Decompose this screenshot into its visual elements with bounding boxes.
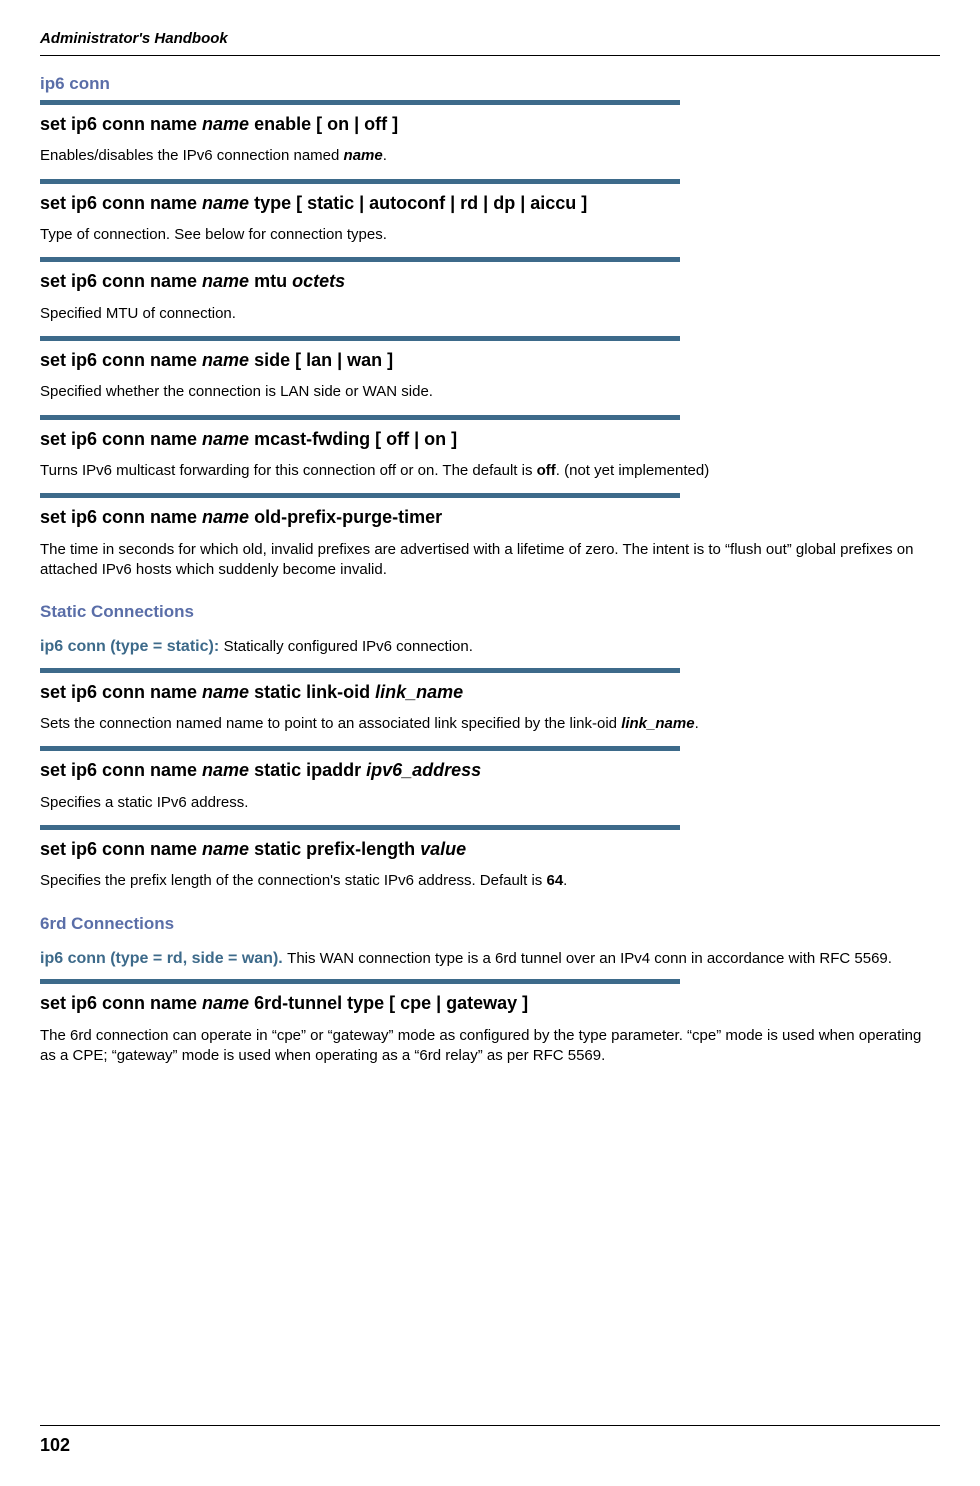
cmd-param: ipv6_address — [366, 760, 481, 780]
cmd-text: set ip6 conn name — [40, 114, 202, 134]
cmd-desc: Specifies a static IPv6 address. — [40, 793, 940, 813]
cmd-param: link_name — [375, 682, 463, 702]
cmd-heading: set ip6 conn name name 6rd-tunnel type [… — [40, 992, 940, 1015]
cmd-heading: set ip6 conn name name static link-oid l… — [40, 681, 940, 704]
divider-bar — [40, 825, 680, 830]
cmd-text: set ip6 conn name — [40, 271, 202, 291]
desc-text: The 6rd connection can operate in “cpe” … — [40, 1027, 921, 1064]
inline-label: ip6 conn (type = static): — [40, 638, 224, 655]
desc-text: Enables/disables the IPv6 connection nam… — [40, 147, 344, 164]
cmd-heading: set ip6 conn name name enable [ on | off… — [40, 113, 940, 136]
cmd-heading: set ip6 conn name name mcast-fwding [ of… — [40, 428, 940, 451]
divider-bar — [40, 415, 680, 420]
desc-text: . — [695, 715, 699, 732]
cmd-desc: The 6rd connection can operate in “cpe” … — [40, 1026, 940, 1067]
cmd-heading: set ip6 conn name name mtu octets — [40, 270, 940, 293]
cmd-heading: set ip6 conn name name static prefix-len… — [40, 838, 940, 861]
divider-bar — [40, 100, 680, 105]
cmd-text: set ip6 conn name — [40, 682, 202, 702]
cmd-param: name — [202, 350, 249, 370]
desc-bold: 64 — [546, 872, 563, 889]
cmd-text: set ip6 conn name — [40, 760, 202, 780]
cmd-text: set ip6 conn name — [40, 350, 202, 370]
cmd-heading: set ip6 conn name name old-prefix-purge-… — [40, 506, 940, 529]
footer-rule — [40, 1425, 940, 1426]
cmd-param: name — [202, 682, 249, 702]
cmd-desc: Sets the connection named name to point … — [40, 714, 940, 734]
inline-label: ip6 conn (type = rd, side = wan). — [40, 950, 287, 967]
cmd-text: side [ lan | wan ] — [249, 350, 393, 370]
subsection-6rd: 6rd Connections — [40, 914, 940, 934]
desc-text: Specifies the prefix length of the conne… — [40, 872, 546, 889]
cmd-heading: set ip6 conn name name static ipaddr ipv… — [40, 759, 940, 782]
cmd-text: set ip6 conn name — [40, 839, 202, 859]
cmd-desc: Specifies the prefix length of the conne… — [40, 871, 940, 891]
divider-bar — [40, 336, 680, 341]
divider-bar — [40, 179, 680, 184]
cmd-text: set ip6 conn name — [40, 193, 202, 213]
cmd-param: name — [202, 114, 249, 134]
cmd-text: old-prefix-purge-timer — [249, 507, 442, 527]
desc-text: . — [383, 147, 387, 164]
cmd-desc: Turns IPv6 multicast forwarding for this… — [40, 461, 940, 481]
divider-bar — [40, 746, 680, 751]
cmd-text: 6rd-tunnel type [ cpe | gateway ] — [249, 993, 528, 1013]
cmd-text: type [ static | autoconf | rd | dp | aic… — [249, 193, 587, 213]
book-title: Administrator's Handbook — [40, 30, 940, 47]
desc-bold: off — [537, 462, 556, 479]
inline-desc: This WAN connection type is a 6rd tunnel… — [287, 950, 892, 967]
cmd-param: name — [202, 193, 249, 213]
cmd-param: octets — [292, 271, 345, 291]
divider-bar — [40, 257, 680, 262]
section-ip6-conn: ip6 conn — [40, 74, 940, 94]
cmd-param: name — [202, 760, 249, 780]
desc-param: name — [344, 147, 383, 164]
header-rule — [40, 55, 940, 56]
cmd-text: set ip6 conn name — [40, 429, 202, 449]
cmd-param: value — [420, 839, 466, 859]
page-number: 102 — [40, 1435, 70, 1456]
cmd-param: name — [202, 839, 249, 859]
desc-param: link_name — [621, 715, 694, 732]
cmd-desc: Specified MTU of connection. — [40, 304, 940, 324]
cmd-text: static link-oid — [249, 682, 375, 702]
cmd-param: name — [202, 993, 249, 1013]
cmd-text: static ipaddr — [249, 760, 366, 780]
desc-text: The time in seconds for which old, inval… — [40, 541, 914, 578]
cmd-text: mtu — [249, 271, 292, 291]
cmd-desc: Specified whether the connection is LAN … — [40, 382, 940, 402]
cmd-desc: Type of connection. See below for connec… — [40, 225, 940, 245]
divider-bar — [40, 668, 680, 673]
desc-text: Sets the connection named name to point … — [40, 715, 621, 732]
inline-row: ip6 conn (type = static): Statically con… — [40, 636, 940, 658]
cmd-heading: set ip6 conn name name side [ lan | wan … — [40, 349, 940, 372]
desc-text: Turns IPv6 multicast forwarding for this… — [40, 462, 537, 479]
inline-row: ip6 conn (type = rd, side = wan). This W… — [40, 948, 940, 970]
desc-text: Type of connection. See below for connec… — [40, 226, 387, 243]
cmd-text: set ip6 conn name — [40, 507, 202, 527]
cmd-desc: The time in seconds for which old, inval… — [40, 540, 940, 581]
cmd-text: enable [ on | off ] — [249, 114, 398, 134]
desc-text: Specifies a static IPv6 address. — [40, 794, 248, 811]
desc-text: Specified MTU of connection. — [40, 305, 236, 322]
cmd-desc: Enables/disables the IPv6 connection nam… — [40, 146, 940, 166]
cmd-heading: set ip6 conn name name type [ static | a… — [40, 192, 940, 215]
inline-desc: Statically configured IPv6 connection. — [224, 638, 473, 655]
subsection-static: Static Connections — [40, 602, 940, 622]
cmd-param: name — [202, 507, 249, 527]
cmd-text: set ip6 conn name — [40, 993, 202, 1013]
cmd-param: name — [202, 429, 249, 449]
desc-text: Specified whether the connection is LAN … — [40, 383, 433, 400]
cmd-param: name — [202, 271, 249, 291]
desc-text: . — [563, 872, 567, 889]
divider-bar — [40, 493, 680, 498]
cmd-text: static prefix-length — [249, 839, 420, 859]
cmd-text: mcast-fwding [ off | on ] — [249, 429, 457, 449]
desc-text: . (not yet implemented) — [556, 462, 709, 479]
divider-bar — [40, 979, 680, 984]
